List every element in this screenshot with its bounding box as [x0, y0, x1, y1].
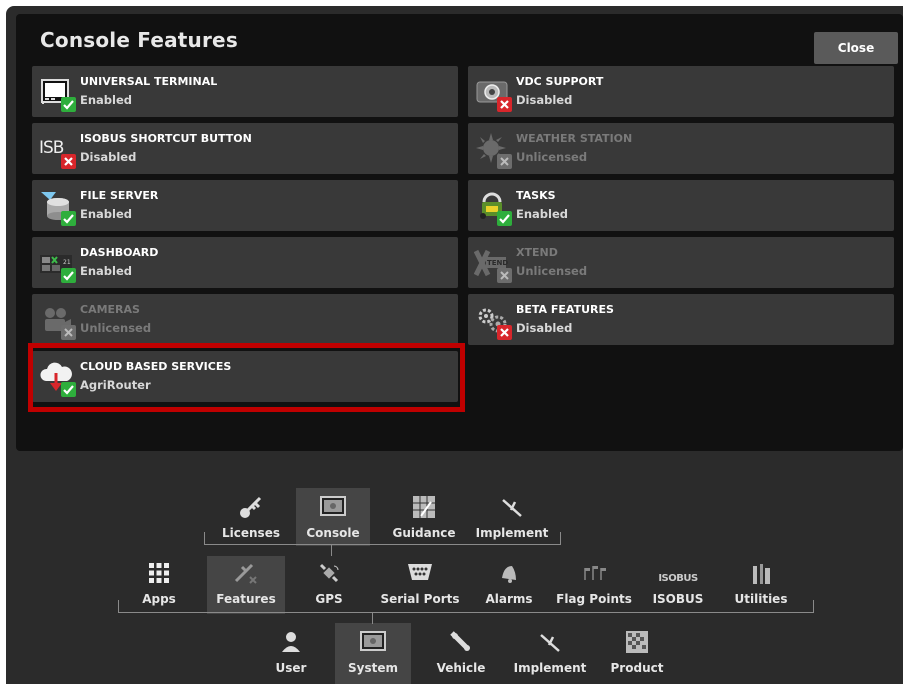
dashboard-icon: 21 [38, 245, 76, 283]
system-icon [356, 627, 390, 657]
unlicensed-x-icon [61, 325, 76, 340]
nav-bracket-level1 [204, 532, 561, 545]
feature-tasks[interactable]: TASKS Enabled [468, 180, 894, 231]
utilities-icon [744, 558, 778, 588]
weather-station-icon [474, 131, 512, 169]
tasks-icon [474, 188, 512, 226]
enabled-check-icon [61, 97, 76, 112]
universal-terminal-icon [38, 74, 76, 112]
unlicensed-x-icon [497, 154, 512, 169]
file-server-icon [38, 188, 76, 226]
feature-xtend[interactable]: TEND XTEND Unlicensed [468, 237, 894, 288]
feature-vdc-support[interactable]: VDC SUPPORT Disabled [468, 66, 894, 117]
feature-status: Disabled [516, 93, 573, 107]
disabled-x-icon [61, 154, 76, 169]
feature-status: Enabled [80, 264, 133, 278]
licenses-icon [234, 492, 268, 522]
feature-name: CAMERAS [80, 303, 140, 316]
enabled-check-icon [497, 211, 512, 226]
flag-points-icon [577, 558, 611, 588]
nav-flag-points[interactable]: Flag Points [554, 558, 634, 606]
nav-isobus[interactable]: ISOBUS ISOBUS [643, 558, 713, 607]
features-icon [229, 558, 263, 588]
feature-weather-station[interactable]: WEATHER STATION Unlicensed [468, 123, 894, 174]
feature-status: Unlicensed [516, 150, 588, 164]
nav-system[interactable]: System [338, 627, 408, 675]
feature-file-server[interactable]: FILE SERVER Enabled [32, 180, 458, 231]
nav-alarms[interactable]: Alarms [476, 558, 542, 606]
feature-cameras[interactable]: CAMERAS Unlicensed [32, 294, 458, 345]
nav-apps[interactable]: Apps [124, 558, 194, 606]
xtend-icon: TEND [473, 245, 512, 283]
cameras-icon [38, 302, 76, 340]
guidance-icon [407, 492, 441, 522]
gps-satellite-icon [312, 558, 346, 588]
feature-beta-features[interactable]: BETA FEATURES Disabled [468, 294, 894, 345]
nav-serial-ports[interactable]: Serial Ports [375, 558, 465, 606]
feature-name: VDC SUPPORT [516, 75, 604, 88]
nav-gps[interactable]: GPS [299, 558, 359, 606]
feature-isobus-shortcut-button[interactable]: ISB ISOBUS SHORTCUT BUTTON Disabled [32, 123, 458, 174]
app-frame: Console Features Close UNIVERSAL TERMINA… [6, 6, 903, 684]
highlight-box [28, 343, 465, 412]
feature-name: UNIVERSAL TERMINAL [80, 75, 218, 88]
feature-name: BETA FEATURES [516, 303, 614, 316]
user-icon [274, 627, 308, 657]
disabled-x-icon [497, 325, 512, 340]
nav-connector [372, 612, 373, 624]
isobus-icon: ISOBUS [658, 572, 698, 584]
product-icon [620, 627, 654, 657]
nav-bracket-level2 [118, 600, 814, 613]
enabled-check-icon [61, 211, 76, 226]
enabled-check-icon [61, 268, 76, 283]
feature-name: ISOBUS SHORTCUT BUTTON [80, 132, 252, 145]
nav-connector [331, 544, 332, 556]
isobus-shortcut-icon: ISB [38, 131, 76, 169]
serial-ports-icon [403, 558, 437, 588]
nav-implement-level3[interactable]: Implement [506, 627, 594, 675]
implement-icon [533, 627, 567, 657]
panel-title: Console Features [40, 28, 238, 52]
feature-status: Unlicensed [516, 264, 588, 278]
apps-grid-icon [142, 558, 176, 588]
close-button[interactable]: Close [814, 32, 898, 64]
nav-product[interactable]: Product [602, 627, 672, 675]
nav-utilities[interactable]: Utilities [724, 558, 798, 606]
feature-status: Enabled [80, 93, 133, 107]
beta-features-icon [474, 302, 512, 340]
feature-name: TASKS [516, 189, 556, 202]
feature-name: WEATHER STATION [516, 132, 633, 145]
feature-name: FILE SERVER [80, 189, 159, 202]
implement-icon [495, 492, 529, 522]
disabled-x-icon [497, 97, 512, 112]
feature-dashboard[interactable]: 21 DASHBOARD Enabled [32, 237, 458, 288]
feature-status: Enabled [80, 207, 133, 221]
nav-features[interactable]: Features [211, 558, 281, 606]
vehicle-icon [444, 627, 478, 657]
feature-status: Enabled [516, 207, 569, 221]
feature-name: XTEND [516, 246, 558, 259]
nav-user[interactable]: User [261, 627, 321, 675]
feature-name: DASHBOARD [80, 246, 159, 259]
feature-universal-terminal[interactable]: UNIVERSAL TERMINAL Enabled [32, 66, 458, 117]
unlicensed-x-icon [497, 268, 512, 283]
feature-status: Disabled [516, 321, 573, 335]
feature-status: Unlicensed [80, 321, 152, 335]
console-icon [316, 492, 350, 522]
feature-status: Disabled [80, 150, 137, 164]
alarm-bell-icon [492, 558, 526, 588]
vdc-support-icon [474, 74, 512, 112]
nav-vehicle[interactable]: Vehicle [426, 627, 496, 675]
